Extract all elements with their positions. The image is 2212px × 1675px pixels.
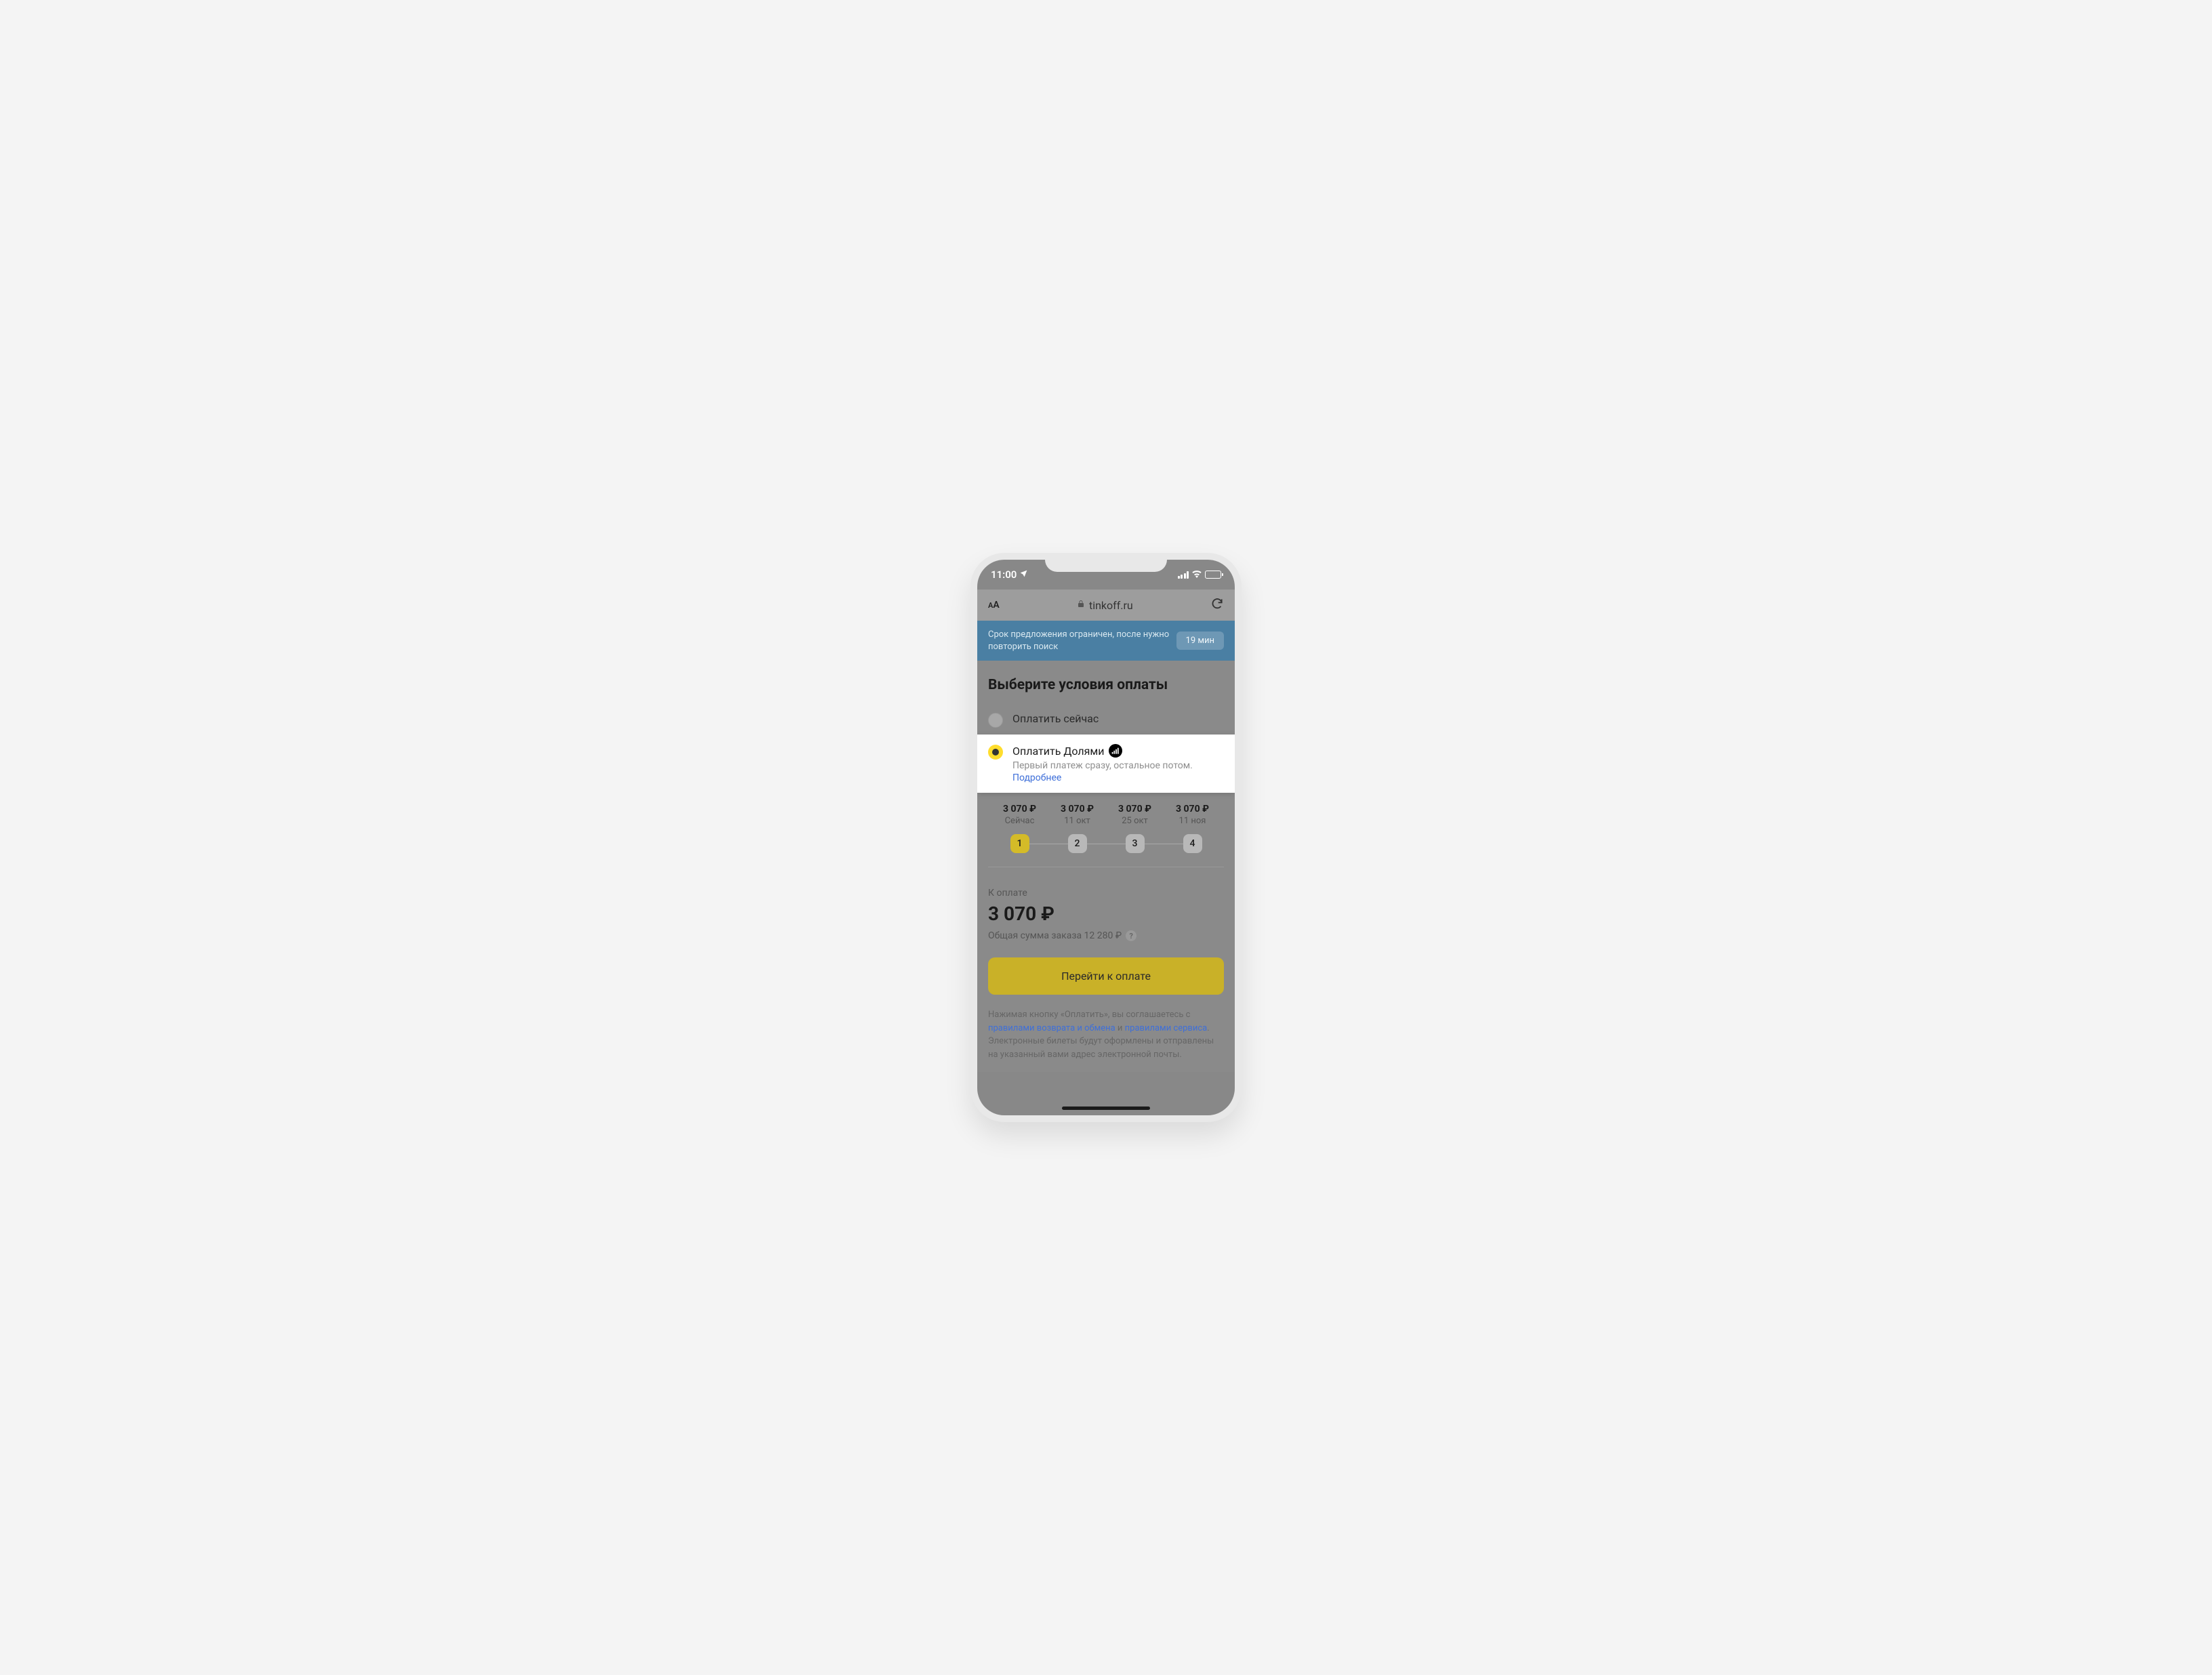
order-total-prefix: Общая сумма заказа: [988, 930, 1084, 941]
url-text: tinkoff.ru: [1089, 599, 1133, 612]
radio-icon: [988, 713, 1003, 728]
schedule-item-3: 3 070 ₽ 25 окт 3: [1106, 804, 1164, 853]
sched-amount: 3 070 ₽: [1048, 804, 1106, 814]
terms-link-service[interactable]: правилами сервиса: [1125, 1023, 1208, 1033]
schedule-item-1: 3 070 ₽ Сейчас 1: [991, 804, 1048, 853]
url-display[interactable]: tinkoff.ru: [1077, 599, 1133, 612]
text-size-button[interactable]: AA: [988, 600, 1000, 611]
dolyami-more-link[interactable]: Подробнее: [1012, 772, 1224, 783]
reload-icon[interactable]: [1210, 597, 1224, 614]
step-badge: 2: [1068, 834, 1087, 853]
status-time: 11:00: [991, 568, 1017, 581]
option-dolyami-subtitle: Первый платеж сразу, остальное потом.: [1012, 760, 1224, 771]
payment-schedule: 3 070 ₽ Сейчас 1 3 070 ₽ 11 окт 2 3 070 …: [988, 804, 1224, 853]
banner-text: Срок предложения ограничен, после нужно …: [988, 629, 1176, 653]
sched-date: 25 окт: [1106, 816, 1164, 826]
option-pay-now[interactable]: Оплатить сейчас: [988, 705, 1224, 735]
phone-screen: 11:00 AA tinkoff.ru: [977, 560, 1235, 1115]
terms-link-returns[interactable]: правилами возврата и обмена: [988, 1023, 1115, 1033]
lock-icon: [1077, 600, 1085, 611]
phone-notch: [1045, 553, 1167, 572]
page-heading: Выберите условия оплаты: [988, 677, 1224, 693]
option-pay-now-label: Оплатить сейчас: [1012, 712, 1099, 725]
battery-icon: [1205, 571, 1221, 579]
order-total: Общая сумма заказа 12 280 ₽ ?: [988, 930, 1224, 941]
help-icon[interactable]: ?: [1126, 930, 1136, 941]
main-content: Выберите условия оплаты Оплатить сейчас …: [977, 661, 1235, 1072]
location-arrow-icon: [1019, 568, 1028, 581]
sched-date: 11 ноя: [1164, 816, 1221, 826]
total-amount: 3 070 ₽: [988, 903, 1224, 925]
total-label: К оплате: [988, 888, 1224, 898]
sched-date: Сейчас: [991, 816, 1048, 826]
signal-icon: [1178, 571, 1189, 579]
pay-button[interactable]: Перейти к оплате: [988, 957, 1224, 995]
sched-amount: 3 070 ₽: [1106, 804, 1164, 814]
browser-toolbar: AA tinkoff.ru: [977, 590, 1235, 621]
step-badge: 3: [1126, 834, 1145, 853]
phone-mockup: 11:00 AA tinkoff.ru: [970, 553, 1242, 1122]
order-total-value: 12 280 ₽: [1084, 930, 1122, 941]
home-indicator[interactable]: [1062, 1107, 1150, 1110]
schedule-item-2: 3 070 ₽ 11 окт 2: [1048, 804, 1106, 853]
step-badge: 1: [1010, 834, 1029, 853]
page-content: Срок предложения ограничен, после нужно …: [977, 621, 1235, 1115]
terms-text: Нажимая кнопку «Оплатить», вы соглашаете…: [988, 1008, 1224, 1061]
offer-banner: Срок предложения ограничен, после нужно …: [977, 621, 1235, 661]
wifi-icon: [1191, 568, 1202, 581]
dolyami-logo-icon: [1109, 744, 1122, 758]
step-badge: 4: [1183, 834, 1202, 853]
sched-amount: 3 070 ₽: [1164, 804, 1221, 814]
sched-amount: 3 070 ₽: [991, 804, 1048, 814]
option-dolyami[interactable]: Оплатить Долями Первый платеж сразу, ост…: [977, 735, 1235, 793]
radio-selected-icon: [988, 745, 1003, 760]
banner-countdown: 19 мин: [1176, 632, 1224, 650]
sched-date: 11 окт: [1048, 816, 1106, 826]
schedule-item-4: 3 070 ₽ 11 ноя 4: [1164, 804, 1221, 853]
option-dolyami-title: Оплатить Долями: [1012, 745, 1105, 758]
